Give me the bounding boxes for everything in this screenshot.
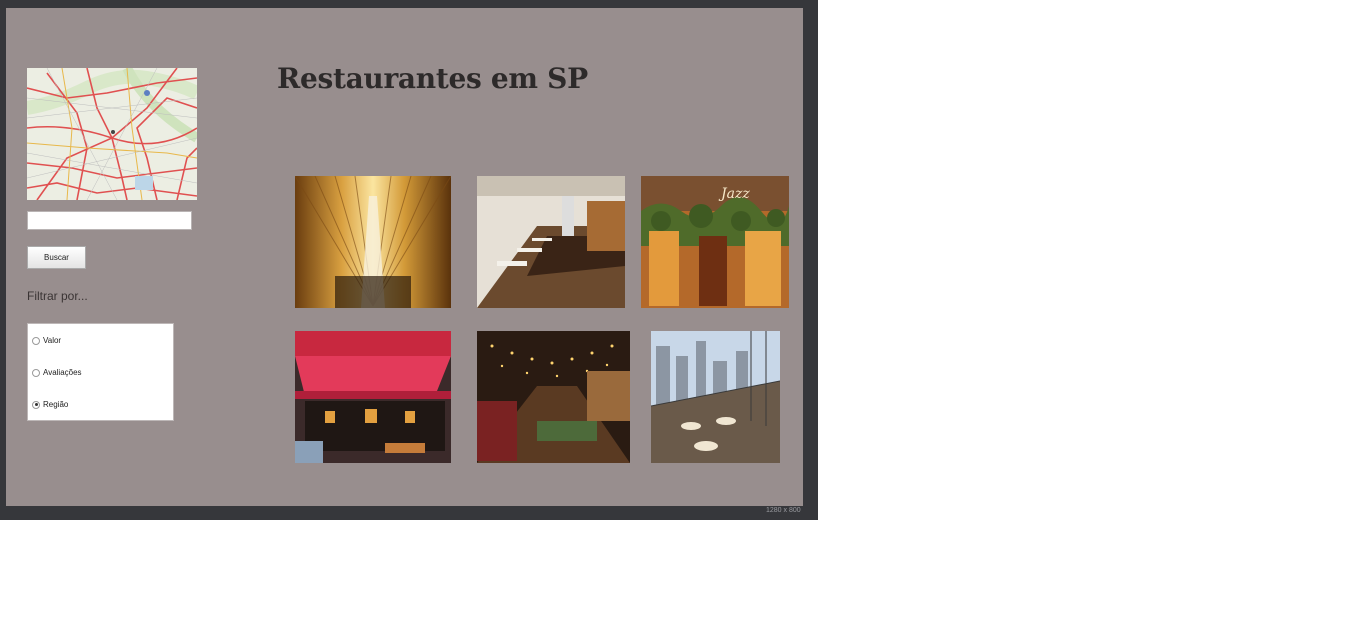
filter-options: Valor Avaliações Região [27,323,174,421]
browser-frame: Buscar Filtrar por... Valor Avaliações R… [0,0,818,520]
filter-option-label: Região [43,400,69,409]
filter-option-valor[interactable]: Valor [32,336,61,345]
search-input[interactable] [27,211,192,230]
page-title: Restaurantes em SP [277,62,588,95]
filter-option-avaliacoes[interactable]: Avaliações [32,368,82,377]
svg-text:Jazz: Jazz [718,186,750,202]
radio-button[interactable] [32,368,40,377]
page-canvas: Buscar Filtrar por... Valor Avaliações R… [6,8,803,506]
map-image [27,68,197,200]
restaurant-photo-2[interactable] [477,176,625,308]
filter-label: Filtrar por... [27,289,88,303]
filter-option-label: Valor [43,336,62,345]
viewport-size-label: 1280 x 800 [766,507,801,514]
search-button[interactable]: Buscar [27,246,86,269]
restaurant-photo-3[interactable]: Jazz [641,176,789,308]
city-map[interactable] [27,68,197,200]
restaurant-photo-6[interactable] [651,331,780,463]
restaurant-photo-5[interactable] [477,331,630,463]
restaurant-photo-4[interactable] [295,331,451,463]
radio-button-selected[interactable] [32,400,40,409]
restaurant-photo-1[interactable] [295,176,451,308]
filter-option-label: Avaliações [43,368,82,377]
radio-button[interactable] [32,336,40,345]
filter-option-regiao[interactable]: Região [32,400,68,409]
